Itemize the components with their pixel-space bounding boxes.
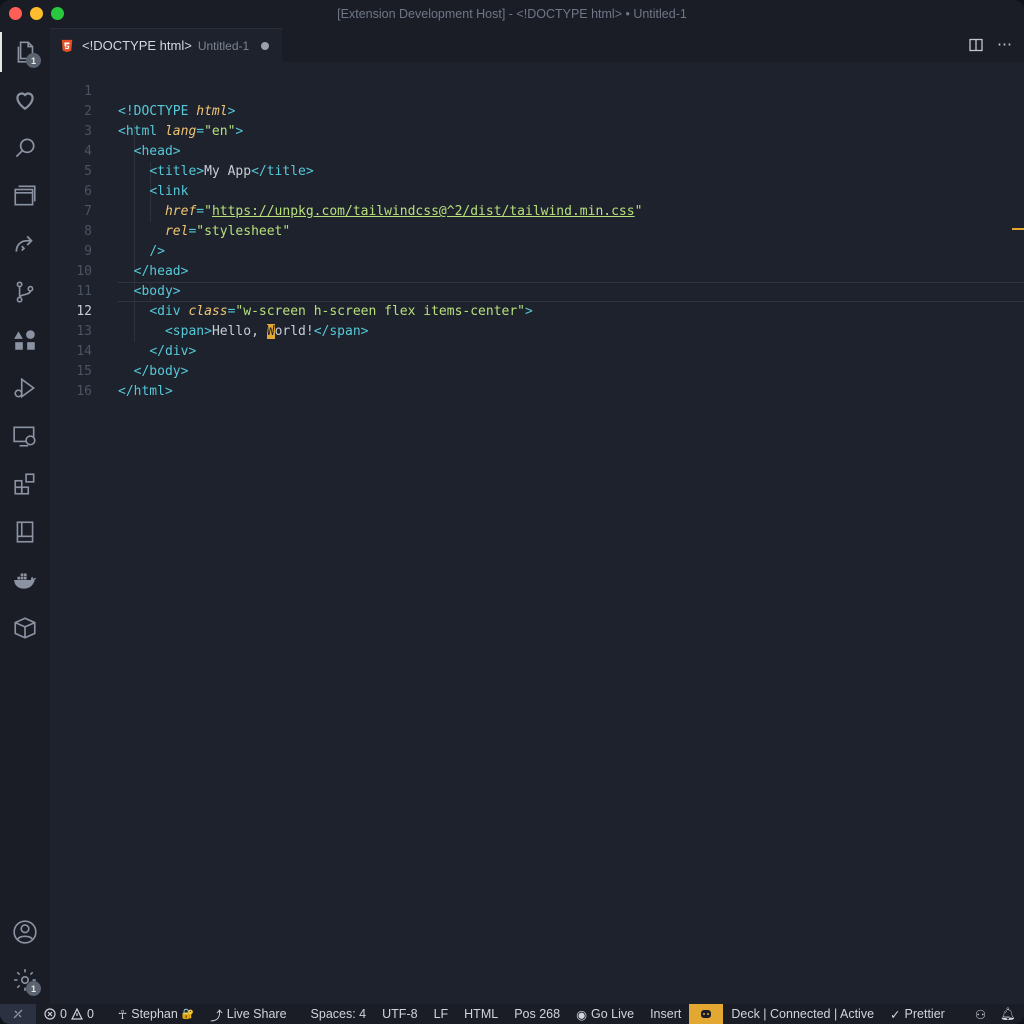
explorer-badge: 1 <box>26 53 41 68</box>
live-share-icon[interactable] <box>0 224 50 264</box>
go-live-button[interactable]: ◉ Go Live <box>568 1004 642 1024</box>
code-line: 4 <title>My App</title> <box>50 122 1024 179</box>
indentation-setting[interactable]: Spaces: 4 <box>303 1004 375 1024</box>
minimize-window-button[interactable] <box>30 7 43 20</box>
code-line: 3 <head> <box>50 102 1024 159</box>
status-bar: 0 0 ☥ Stephan 🔐 ⤴ Live Share Spaces: 4 U… <box>0 1004 1024 1024</box>
explorer-icon[interactable]: 1 <box>0 32 50 72</box>
close-window-button[interactable] <box>9 7 22 20</box>
check-icon: ✓ <box>890 1007 901 1022</box>
code-line: 9 </head> <box>50 222 1024 279</box>
warning-icon <box>70 1008 83 1020</box>
user-icon: ☥ <box>117 1007 128 1022</box>
vim-mode[interactable]: Insert <box>642 1004 689 1024</box>
code-line: 15 </html> <box>50 342 1024 399</box>
cursor-position[interactable]: Pos 268 <box>506 1004 568 1024</box>
remote-indicator-icon[interactable] <box>0 1004 36 1024</box>
run-debug-icon[interactable] <box>0 368 50 408</box>
book-icon[interactable] <box>0 512 50 552</box>
account-icon[interactable] <box>0 912 50 952</box>
tab-label: <!DOCTYPE html> <box>82 38 192 53</box>
editor-actions: ⋯ <box>969 36 1012 54</box>
window-controls <box>9 7 64 20</box>
user-name: Stephan <box>131 1007 178 1021</box>
remote-explorer-icon[interactable] <box>0 416 50 456</box>
code-line: 1 <!DOCTYPE html> <box>50 62 1024 119</box>
problems-indicator[interactable]: 0 0 <box>36 1004 102 1024</box>
tab-description: Untitled-1 <box>197 38 250 53</box>
live-share-status-icon: ⤴ <box>210 1008 223 1023</box>
search-icon[interactable] <box>0 128 50 168</box>
line-number: 16 <box>76 384 92 399</box>
editor-tab-bar: <!DOCTYPE html> Untitled-1 ⋯ <box>50 28 1024 62</box>
vscode-window: [Extension Development Host] - <!DOCTYPE… <box>0 0 1024 1024</box>
heart-icon[interactable] <box>0 80 50 120</box>
error-icon <box>44 1008 56 1020</box>
extensions-shapes-icon[interactable] <box>0 320 50 360</box>
manage-badge: 1 <box>26 981 41 996</box>
deck-status[interactable]: Deck | Connected | Active <box>723 1004 882 1024</box>
prettier-status[interactable]: ✓ Prettier <box>882 1004 953 1024</box>
docker-icon[interactable] <box>0 560 50 600</box>
code-line: 11 <div class="w-screen h-screen flex it… <box>50 262 1024 319</box>
lock-icon: 🔐 <box>181 1008 195 1020</box>
gear-icon[interactable]: 1 <box>0 960 50 1000</box>
split-editor-icon[interactable] <box>969 38 983 52</box>
code-line: 7 rel="stylesheet" <box>50 182 1024 239</box>
error-count: 0 <box>60 1007 67 1021</box>
window-title: [Extension Development Host] - <!DOCTYPE… <box>337 7 687 21</box>
code-line: 8 /> <box>50 202 1024 259</box>
status-right-icons: ⚇ 🔔︎ <box>975 1004 1016 1024</box>
extensions-icon[interactable] <box>0 464 50 504</box>
unsaved-dot-icon[interactable] <box>261 41 270 50</box>
prettier-label: Prettier <box>904 1007 945 1021</box>
code-editor[interactable]: 1 <!DOCTYPE html> 2 <html lang="en"> 3 <… <box>50 62 1024 1004</box>
user-indicator[interactable]: ☥ Stephan 🔐 <box>110 1004 202 1024</box>
package-icon[interactable] <box>0 608 50 648</box>
activity-bar: 1 1 <box>0 28 50 1004</box>
code-line: 13 </div> <box>50 302 1024 359</box>
live-share-label: Live Share <box>226 1007 287 1021</box>
code-line: 5 <link <box>50 142 1024 199</box>
scrollbar-marker[interactable] <box>1012 228 1024 230</box>
html5-icon <box>61 39 73 52</box>
code-line: 14 </body> <box>50 322 1024 379</box>
source-control-icon[interactable] <box>0 272 50 312</box>
panels-icon[interactable] <box>0 176 50 216</box>
encoding-setting[interactable]: UTF-8 <box>374 1004 425 1024</box>
eol-setting[interactable]: LF <box>426 1004 457 1024</box>
code-line-current: 12 <span>Hello, World!</span> <box>50 282 1024 339</box>
live-share-status[interactable]: ⤴ Live Share <box>202 1004 294 1024</box>
notifications-bell-icon[interactable]: 🔔︎ <box>1000 1007 1016 1022</box>
broadcast-icon: ◉ <box>576 1007 587 1022</box>
go-live-label: Go Live <box>590 1007 635 1021</box>
maximize-window-button[interactable] <box>51 7 64 20</box>
code-line: 10 <body> <box>50 242 1024 299</box>
code-line: 16 <box>50 362 1024 399</box>
title-bar: [Extension Development Host] - <!DOCTYPE… <box>0 0 1024 28</box>
more-actions-icon[interactable]: ⋯ <box>997 36 1012 54</box>
copilot-icon[interactable] <box>689 1004 724 1024</box>
tab-untitled-1[interactable]: <!DOCTYPE html> Untitled-1 <box>50 28 282 62</box>
warning-count: 0 <box>86 1007 94 1021</box>
code-line: 6 href="https://unpkg.com/tailwindcss@^2… <box>50 162 1024 219</box>
language-mode[interactable]: HTML <box>456 1004 506 1024</box>
feedback-icon[interactable]: ⚇ <box>975 1007 986 1022</box>
code-line: 2 <html lang="en"> <box>50 82 1024 139</box>
